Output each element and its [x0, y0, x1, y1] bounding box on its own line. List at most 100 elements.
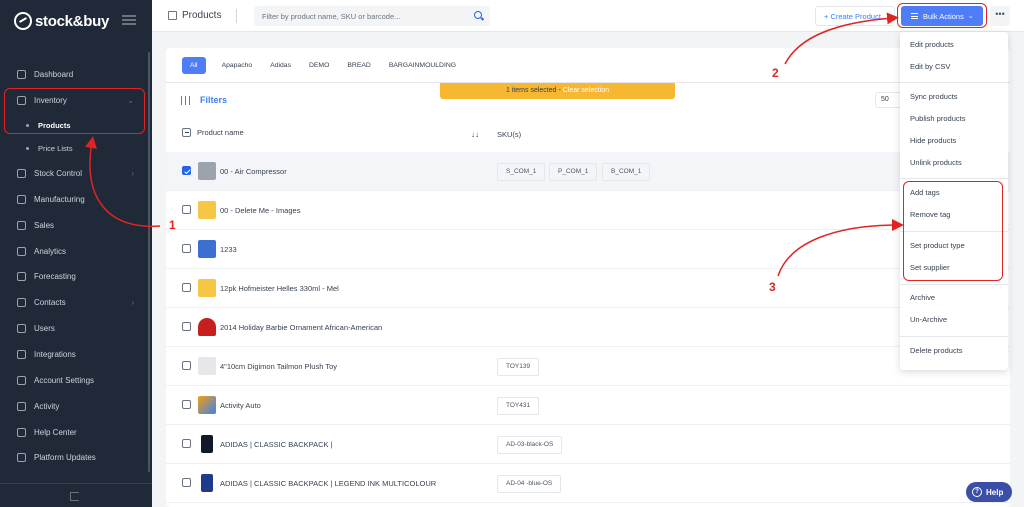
sort-icon[interactable]: ↓↓ — [471, 130, 479, 139]
help-icon: ? — [972, 487, 982, 497]
sidebar-subitem-price-lists[interactable]: Price Lists — [0, 139, 148, 157]
products-card: All Apapacho Adidas DEMO BREAD BARGAINMO… — [166, 48, 1010, 507]
menu-item-un-archive[interactable]: Un-Archive — [910, 315, 947, 324]
help-button[interactable]: ? Help — [966, 482, 1012, 502]
more-options-button[interactable]: ••• — [990, 6, 1010, 26]
sidebar-item-integrations[interactable]: Integrations — [0, 344, 148, 364]
row-checkbox[interactable] — [182, 322, 191, 331]
table-row[interactable]: ADIDAS | CLASSIC BACKPACK | LEGEND INK M… — [166, 464, 1010, 503]
menu-item-hide-products[interactable]: Hide products — [910, 136, 956, 145]
product-thumbnail — [198, 318, 216, 336]
menu-item-unlink-products[interactable]: Unlink products — [910, 158, 962, 167]
product-name[interactable]: ADIDAS | CLASSIC BACKPACK | LEGEND INK M… — [220, 479, 436, 488]
dashboard-icon — [17, 69, 26, 79]
row-checkbox[interactable] — [182, 205, 191, 214]
product-name[interactable]: 00 - Delete Me - Images — [220, 206, 300, 215]
sidebar-scrollbar[interactable] — [148, 52, 150, 472]
sidebar-item-label: Help Center — [34, 427, 77, 437]
row-checkbox[interactable] — [182, 478, 191, 487]
product-name[interactable]: 4"10cm Digimon Tailmon Plush Toy — [220, 362, 337, 371]
sidebar-item-users[interactable]: Users — [0, 318, 148, 338]
sidebar-item-contacts[interactable]: Contacts › — [0, 292, 148, 312]
tab-bargainmoulding[interactable]: BARGAINMOULDING — [389, 62, 456, 69]
tab-bread[interactable]: BREAD — [347, 62, 370, 69]
row-checkbox[interactable] — [182, 244, 191, 253]
product-thumbnail — [198, 201, 216, 219]
row-checkbox[interactable] — [182, 439, 191, 448]
sku-chip: B_COM_1 — [602, 163, 651, 181]
sidebar-item-label: Integrations — [34, 349, 76, 359]
topbar: Products + Create Product Bulk Actions ⌄… — [152, 0, 1024, 32]
menu-divider — [900, 178, 1008, 179]
tab-all[interactable]: All — [182, 56, 206, 74]
trend-icon — [17, 271, 26, 281]
tab-adidas[interactable]: Adidas — [270, 62, 291, 69]
row-checkbox[interactable] — [182, 361, 191, 370]
sidebar-item-label: Activity — [34, 401, 60, 411]
sidebar-item-platform-updates[interactable]: Platform Updates — [0, 447, 148, 467]
sidebar-item-manufacturing[interactable]: Manufacturing — [0, 189, 148, 209]
sidebar-item-stock-control[interactable]: Stock Control › — [0, 163, 148, 183]
product-name[interactable]: 2014 Holiday Barbie Ornament African-Ame… — [220, 323, 382, 332]
sku-chip: P_COM_1 — [549, 163, 598, 181]
table-row[interactable]: 2014 Holiday Barbie Ornament African-Ame… — [166, 308, 1010, 347]
menu-item-edit-by-csv[interactable]: Edit by CSV — [910, 62, 950, 71]
product-name[interactable]: 12pk Hofmeister Helles 330ml - Mel — [220, 284, 339, 293]
product-thumbnail — [198, 162, 216, 180]
menu-item-sync-products[interactable]: Sync products — [910, 92, 958, 101]
sidebar-item-dashboard[interactable]: Dashboard — [0, 64, 148, 84]
sidebar-item-label: Platform Updates — [34, 452, 96, 462]
clear-selection-link[interactable]: Clear selection — [563, 87, 609, 94]
divider — [236, 9, 237, 23]
select-all-checkbox[interactable] — [182, 128, 191, 137]
search-input[interactable] — [254, 6, 490, 26]
row-checkbox[interactable] — [182, 283, 191, 292]
search-icon — [17, 427, 26, 437]
sidebar-subitem-label: Price Lists — [38, 143, 73, 153]
table-row[interactable]: 00 - Delete Me - Images — [166, 191, 1010, 230]
sidebar-item-help-center[interactable]: Help Center — [0, 422, 148, 442]
tab-demo[interactable]: DEMO — [309, 62, 329, 69]
per-page-select[interactable]: 50 — [875, 92, 901, 108]
column-product-name[interactable]: Product name — [197, 128, 244, 137]
sidebar-item-label: Dashboard — [34, 69, 74, 79]
contacts-icon — [17, 297, 26, 307]
menu-item-archive[interactable]: Archive — [910, 293, 935, 302]
table-row[interactable]: Activity Auto TOY431 — [166, 386, 1010, 425]
table-row[interactable]: 12pk Hofmeister Helles 330ml - Mel — [166, 269, 1010, 308]
search-icon[interactable] — [474, 11, 482, 19]
logout-icon[interactable] — [70, 492, 79, 501]
sidebar-item-analytics[interactable]: Analytics — [0, 241, 148, 261]
menu-collapse-icon[interactable] — [122, 15, 136, 25]
filters-toggle[interactable]: Filters — [200, 95, 227, 105]
row-checkbox[interactable] — [182, 166, 191, 175]
row-checkbox[interactable] — [182, 400, 191, 409]
selection-count: 1 items selected - — [505, 87, 563, 94]
sku-chip: TOY139 — [497, 358, 540, 376]
product-thumbnail — [201, 435, 213, 453]
sidebar-item-sales[interactable]: Sales — [0, 215, 148, 235]
table-row[interactable]: 4"10cm Digimon Tailmon Plush Toy TOY139 — [166, 347, 1010, 386]
user-icon — [17, 323, 26, 333]
product-name[interactable]: ADIDAS | CLASSIC BACKPACK | — [220, 440, 333, 449]
sidebar-item-activity[interactable]: Activity — [0, 396, 148, 416]
sidebar-item-forecasting[interactable]: Forecasting — [0, 266, 148, 286]
sidebar: stock&buy Dashboard Inventory ⌄ Products … — [0, 0, 152, 507]
menu-item-edit-products[interactable]: Edit products — [910, 40, 954, 49]
product-name[interactable]: 1233 — [220, 245, 237, 254]
table-row[interactable]: 1233 — [166, 230, 1010, 269]
logo[interactable]: stock&buy — [14, 10, 109, 32]
tab-apapacho[interactable]: Apapacho — [222, 62, 253, 69]
menu-item-delete-products[interactable]: Delete products — [910, 346, 963, 355]
table-row[interactable]: 00 - Air Compressor S_COM_1 P_COM_1 B_CO… — [166, 152, 1010, 191]
table-header: Product name ↓↓ SKU(s) — [166, 118, 1010, 148]
annotation-highlight-bulk-actions — [897, 3, 987, 28]
tag-icon — [168, 11, 177, 20]
product-name[interactable]: 00 - Air Compressor — [220, 167, 287, 176]
menu-item-publish-products[interactable]: Publish products — [910, 114, 965, 123]
filter-sliders-icon[interactable] — [181, 96, 190, 105]
table-row[interactable]: ADIDAS | CLASSIC BACKPACK | AD-03-black-… — [166, 425, 1010, 464]
product-name[interactable]: Activity Auto — [220, 401, 261, 410]
create-product-button[interactable]: + Create Product — [815, 6, 895, 26]
sidebar-item-account-settings[interactable]: Account Settings — [0, 370, 148, 390]
